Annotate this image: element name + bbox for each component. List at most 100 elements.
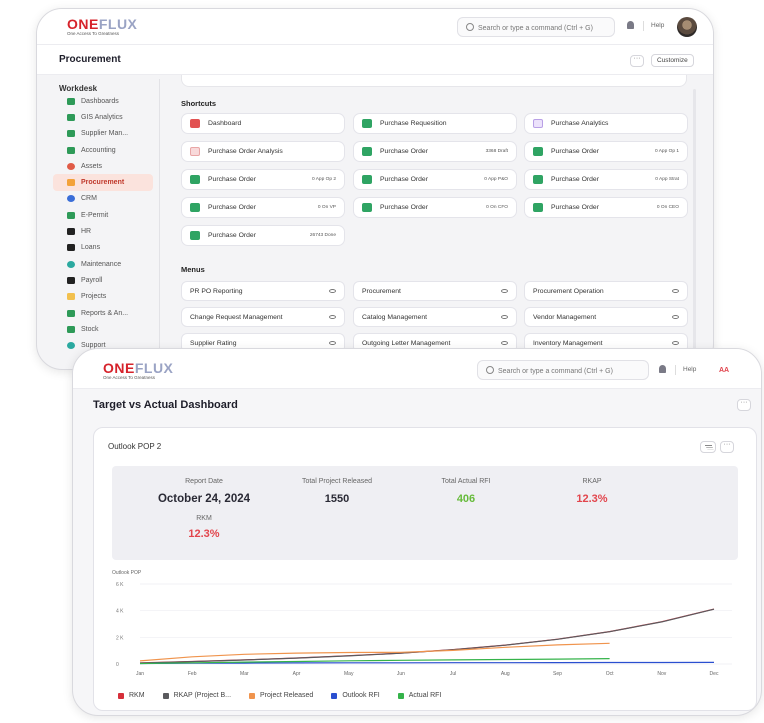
sidebar-item-label: Dashboards: [81, 97, 119, 105]
menu-label: Change Request Management: [190, 313, 283, 321]
shortcut-tile[interactable]: Purchase Order 3368 Draft: [353, 141, 517, 162]
menu-tile[interactable]: PR PO Reporting: [181, 281, 345, 301]
rkap-value: 12.3%: [576, 493, 608, 505]
menu-label: Supplier Rating: [190, 339, 237, 347]
outlook-line-chart: 0 2 K 4 K 6 K Jan Feb Mar Apr May Jun Jul Aug Sep Oct…: [116, 582, 732, 677]
x-tick-label: May: [344, 671, 354, 677]
shortcut-label: Dashboard: [208, 120, 242, 127]
help-link[interactable]: Help: [651, 22, 664, 29]
shortcut-tile[interactable]: Purchase Requesition: [353, 113, 517, 134]
reports-icon: [67, 309, 75, 317]
folder-icon: [67, 293, 75, 301]
more-options-button[interactable]: ···: [630, 55, 644, 67]
sidebar-item-label: Procurement: [81, 179, 125, 187]
legend-swatch: [331, 692, 338, 699]
loans-icon: [67, 244, 75, 252]
legend-item[interactable]: RKAP (Project B...: [162, 692, 231, 699]
shortcut-tile[interactable]: Purchase Analytics: [524, 113, 688, 134]
sidebar-item-projects[interactable]: Projects: [53, 289, 153, 305]
shortcut-label: Purchase Order: [208, 176, 256, 183]
shortcut-count: 26743 Done: [309, 233, 336, 238]
eye-icon[interactable]: [672, 315, 679, 319]
sidebar-item-stock[interactable]: Stock: [53, 321, 153, 337]
shortcut-label: Purchase Order: [208, 204, 256, 211]
sidebar-item-label: GIS Analytics: [81, 113, 123, 121]
logo-text-main: ONE: [103, 360, 135, 376]
help-link[interactable]: Help: [683, 366, 696, 373]
sidebar-item-dashboards[interactable]: Dashboards: [53, 93, 153, 109]
eye-icon[interactable]: [501, 341, 508, 345]
rkm-label: RKM: [196, 515, 212, 522]
sidebar-item-supplier-man[interactable]: Supplier Man...: [53, 126, 153, 142]
oneflux-logo[interactable]: ONEFLUX One Access To Greatness: [67, 17, 137, 37]
eye-icon[interactable]: [329, 341, 336, 345]
sidebar-item-label: E-Permit: [81, 211, 109, 219]
shortcut-tile[interactable]: Purchase Order 0 App P&O: [353, 169, 517, 190]
shortcut-tile[interactable]: Purchase Order 0 App Op 2: [181, 169, 345, 190]
y-tick-label: 6 K: [116, 582, 124, 588]
sidebar-item-accounting[interactable]: Accounting: [53, 142, 153, 158]
sidebar-item-payroll[interactable]: Payroll: [53, 272, 153, 288]
legend-item[interactable]: Outlook RFI: [331, 692, 380, 699]
top-bar: ONEFLUX One Access To Greatness Search o…: [37, 9, 713, 45]
eye-icon[interactable]: [501, 315, 508, 319]
page-title: Procurement: [59, 54, 121, 65]
oneflux-logo[interactable]: ONEFLUX One Access To Greatness: [103, 361, 173, 381]
avatar[interactable]: [677, 17, 697, 37]
menu-tile[interactable]: Change Request Management: [181, 307, 345, 327]
dashboard-icon: [67, 97, 75, 105]
shortcut-tile[interactable]: Purchase Order 0 On VP: [181, 197, 345, 218]
shortcut-tile[interactable]: Purchase Order 0 App Strat: [524, 169, 688, 190]
legend-item[interactable]: Actual RFI: [397, 692, 441, 699]
shortcut-tile[interactable]: Purchase Order 0 On CFO: [353, 197, 517, 218]
panel-options-button[interactable]: ···: [720, 441, 734, 453]
eye-icon[interactable]: [672, 289, 679, 293]
menu-tile[interactable]: Procurement: [353, 281, 517, 301]
legend-item[interactable]: RKM: [118, 692, 145, 699]
rkap-label: RKAP: [582, 478, 602, 485]
menu-tile[interactable]: Vendor Management: [524, 307, 688, 327]
legend-swatch: [118, 692, 124, 699]
bell-icon[interactable]: [659, 365, 666, 373]
logo-text-light: FLUX: [134, 360, 174, 376]
menu-tile[interactable]: Catalog Management: [353, 307, 517, 327]
shortcut-tile[interactable]: Purchase Order Analysis: [181, 141, 345, 162]
menu-label: Inventory Management: [533, 339, 603, 347]
shortcut-tile[interactable]: Purchase Order 26743 Done: [181, 225, 345, 246]
search-input[interactable]: Search or type a command (Ctrl + G): [477, 360, 649, 380]
shortcut-tile[interactable]: Purchase Order 0 On CEO: [524, 197, 688, 218]
sidebar-item-loans[interactable]: Loans: [53, 240, 153, 256]
more-options-button[interactable]: ···: [737, 399, 751, 411]
logo-text-light: FLUX: [98, 16, 138, 32]
document-icon: [533, 175, 543, 184]
eye-icon[interactable]: [329, 315, 336, 319]
y-tick-label: 4 K: [116, 609, 124, 615]
legend-label: RKM: [129, 692, 145, 699]
sidebar-item-crm[interactable]: CRM: [53, 191, 153, 207]
shortcut-count: 0 On CEO: [656, 205, 679, 210]
legend-item[interactable]: Project Released: [249, 692, 313, 699]
menu-tile[interactable]: Procurement Operation: [524, 281, 688, 301]
sidebar-item-maintenance[interactable]: Maintenance: [53, 256, 153, 272]
accounting-icon: [67, 146, 75, 154]
bell-icon[interactable]: [627, 21, 634, 29]
scrollbar[interactable]: [693, 89, 696, 369]
shortcut-tile[interactable]: Dashboard: [181, 113, 345, 134]
sidebar-item-assets[interactable]: Assets: [53, 158, 153, 174]
sidebar-item-gis-analytics[interactable]: GIS Analytics: [53, 109, 153, 125]
eye-icon[interactable]: [501, 289, 508, 293]
rkm-value: 12.3%: [188, 528, 220, 540]
avatar[interactable]: AA: [713, 361, 735, 381]
search-placeholder: Search or type a command (Ctrl + G): [478, 25, 593, 32]
sidebar-item-procurement[interactable]: Procurement: [53, 174, 153, 191]
shortcut-tile[interactable]: Purchase Order 0 App Op 1: [524, 141, 688, 162]
sidebar-item-reports-an[interactable]: Reports & An...: [53, 305, 153, 321]
eye-icon[interactable]: [672, 341, 679, 345]
sidebar-item-hr[interactable]: HR: [53, 223, 153, 239]
filter-button[interactable]: [700, 441, 716, 453]
search-input[interactable]: Search or type a command (Ctrl + G): [457, 17, 615, 37]
outlook-panel: Outlook POP 2 ··· Report Date October 24…: [93, 427, 757, 711]
sidebar-item-e-permit[interactable]: E-Permit: [53, 207, 153, 223]
customize-button[interactable]: Customize: [651, 54, 694, 67]
eye-icon[interactable]: [329, 289, 336, 293]
